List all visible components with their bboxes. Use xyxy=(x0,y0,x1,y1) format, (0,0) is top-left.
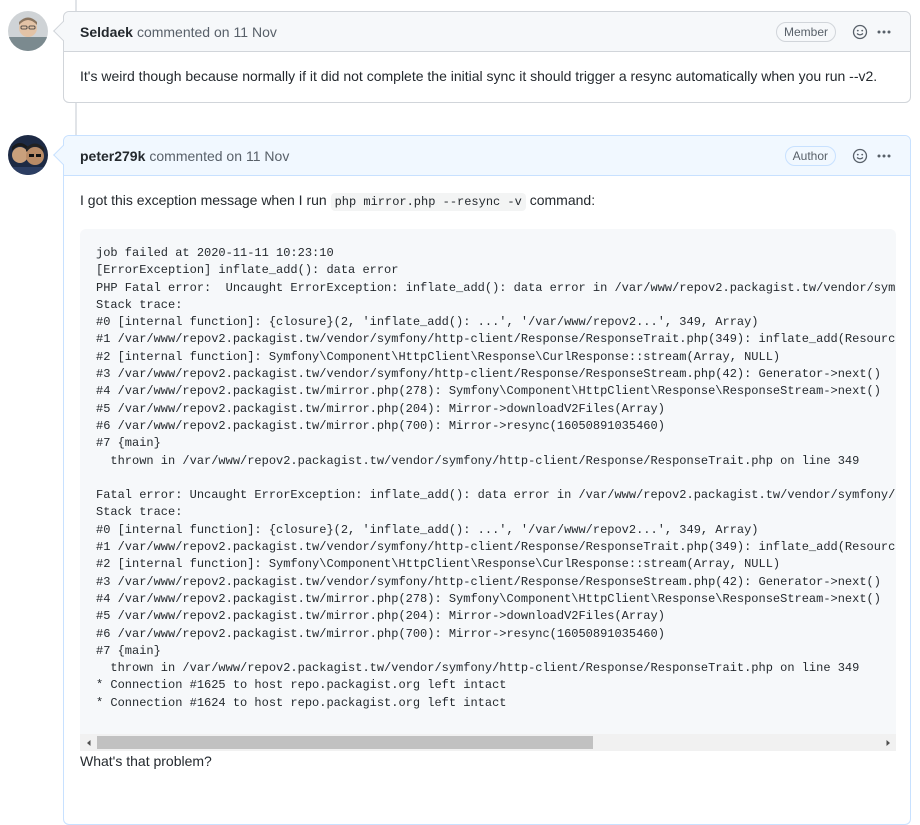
role-badge: Author xyxy=(784,145,836,166)
comment-body: I got this exception message when I run … xyxy=(64,176,910,788)
kebab-horizontal-icon[interactable] xyxy=(874,146,894,166)
avatar-image xyxy=(8,11,48,51)
comment-author-link[interactable]: Seldaek xyxy=(80,24,133,40)
inline-code: php mirror.php --resync -v xyxy=(330,193,526,211)
smiley-icon[interactable] xyxy=(850,146,870,166)
scrollbar-track[interactable] xyxy=(97,734,879,751)
code-block: job failed at 2020-11-11 10:23:10 [Error… xyxy=(80,229,896,752)
comment-action: commented on xyxy=(149,147,242,164)
avatar[interactable] xyxy=(8,11,48,51)
comment-seldaek: Seldaek commented on 11 Nov Member It's … xyxy=(53,11,911,103)
scroll-right-icon[interactable] xyxy=(879,734,896,751)
comment-author-link[interactable]: peter279k xyxy=(80,148,145,164)
comment-text: It's weird though because normally if it… xyxy=(80,68,878,84)
role-badge: Member xyxy=(775,21,836,42)
avatar[interactable] xyxy=(8,135,48,175)
comment-header: Seldaek commented on 11 Nov Member xyxy=(64,12,910,52)
comment-timestamp-link[interactable]: 11 Nov xyxy=(246,148,289,164)
smiley-icon[interactable] xyxy=(850,22,870,42)
horizontal-scrollbar[interactable] xyxy=(80,734,896,752)
comment-timestamp-link[interactable]: 11 Nov xyxy=(234,24,277,40)
comment-outro: What's that problem? xyxy=(80,753,212,770)
code-block-content: job failed at 2020-11-11 10:23:10 [Error… xyxy=(96,246,896,710)
comment-body: It's weird though because normally if it… xyxy=(64,52,910,103)
comment-peter279k: peter279k commented on 11 Nov Author I g… xyxy=(53,135,911,825)
comment-action: commented on xyxy=(136,23,230,40)
kebab-horizontal-icon[interactable] xyxy=(874,22,894,42)
comment-header: peter279k commented on 11 Nov Author xyxy=(64,136,910,176)
scrollbar-thumb[interactable] xyxy=(97,736,593,750)
scroll-left-icon[interactable] xyxy=(80,734,97,751)
avatar-image xyxy=(8,135,48,175)
intro-text-before: I got this exception message when I run xyxy=(80,192,327,208)
intro-text-after: command: xyxy=(529,192,596,208)
comment-intro: I got this exception message when I run … xyxy=(80,190,894,213)
